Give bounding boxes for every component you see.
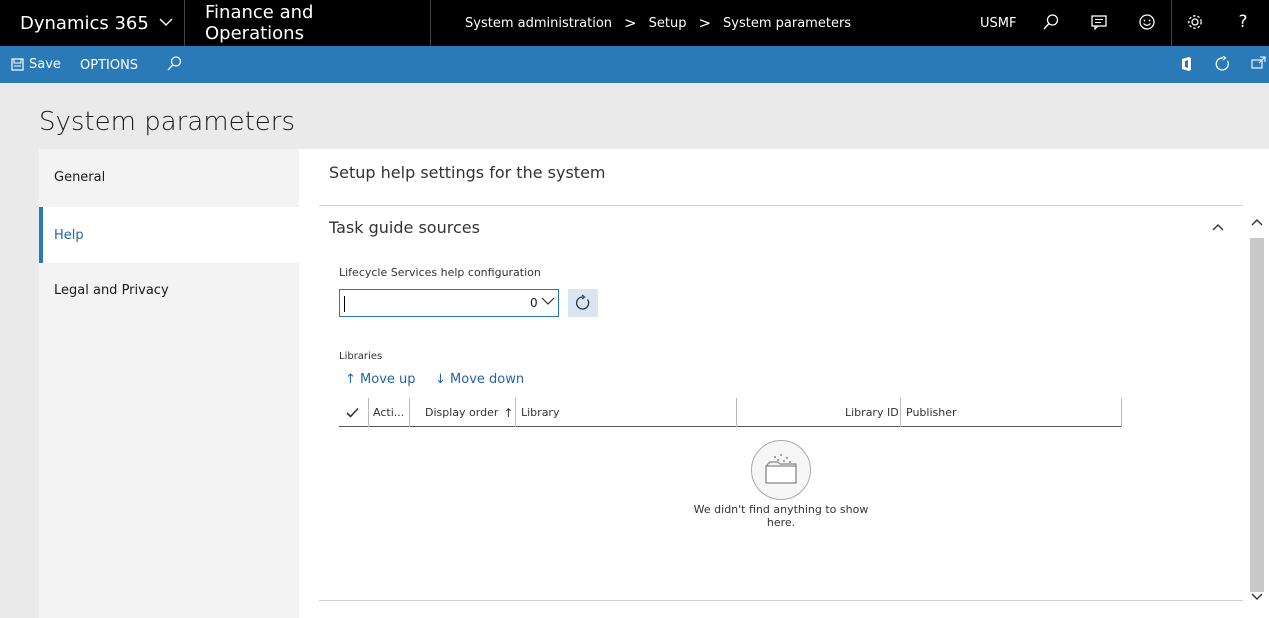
scrollbar-thumb[interactable]	[1250, 238, 1264, 592]
move-up-label: Move up	[360, 372, 416, 387]
column-header-publisher[interactable]: Publisher	[906, 398, 957, 427]
office-icon[interactable]	[1180, 56, 1193, 76]
options-tab[interactable]: OPTIONS	[80, 58, 138, 73]
breadcrumb-separator-icon: >	[698, 14, 712, 32]
refresh-button[interactable]	[568, 289, 598, 317]
column-header-label: Display order	[425, 406, 499, 419]
lcs-help-config-combobox[interactable]: 0	[339, 289, 559, 317]
save-icon	[11, 58, 24, 71]
chevron-up-icon[interactable]	[1211, 221, 1225, 236]
column-separator	[900, 398, 901, 427]
action-pane: Save OPTIONS	[0, 46, 1269, 83]
nav-item-label: Legal and Privacy	[54, 282, 169, 298]
breadcrumb-item-setup[interactable]: Setup	[649, 16, 687, 31]
vertical-scrollbar[interactable]	[1246, 206, 1269, 618]
top-nav-bar: Dynamics 365 Finance and Operations Syst…	[0, 0, 1269, 46]
save-label: Save	[29, 57, 61, 72]
chevron-down-icon[interactable]	[541, 294, 555, 312]
section-heading: Setup help settings for the system	[329, 163, 606, 182]
sort-ascending-icon: ↑	[503, 405, 514, 420]
chevron-down-icon	[159, 16, 173, 31]
search-icon[interactable]	[1041, 12, 1061, 32]
nav-item-help[interactable]: Help	[39, 207, 299, 263]
empty-folder-icon	[751, 440, 811, 500]
column-separator	[515, 398, 516, 427]
nav-item-legal-and-privacy[interactable]: Legal and Privacy	[39, 262, 299, 318]
refresh-icon[interactable]	[1215, 55, 1231, 76]
breadcrumb-item-system-parameters[interactable]: System parameters	[723, 16, 851, 31]
text-cursor	[344, 296, 345, 312]
topbar-divider	[1171, 0, 1172, 46]
app-switcher[interactable]: Dynamics 365	[0, 0, 185, 46]
column-separator	[736, 398, 737, 427]
refresh-icon	[574, 294, 592, 312]
settings-gear-icon[interactable]	[1185, 12, 1205, 32]
move-down-label: Move down	[450, 372, 525, 387]
arrow-down-icon: ↓	[435, 372, 446, 387]
lcs-help-config-value: 0	[530, 296, 538, 310]
messages-icon[interactable]	[1089, 12, 1109, 32]
company-picker[interactable]: USMF	[980, 16, 1016, 31]
lcs-help-config-label: Lifecycle Services help configuration	[339, 266, 541, 279]
save-button[interactable]: Save	[11, 57, 61, 72]
move-up-button[interactable]: ↑ Move up	[345, 372, 416, 387]
breadcrumb-item-system-administration[interactable]: System administration	[465, 16, 612, 31]
column-header-active[interactable]: Acti...	[373, 398, 404, 427]
page-title: System parameters	[39, 107, 296, 137]
nav-item-general[interactable]: General	[39, 149, 299, 205]
content-panel: Setup help settings for the system Task …	[299, 149, 1269, 618]
module-label: Finance and Operations	[205, 2, 314, 44]
divider	[319, 600, 1243, 601]
column-header-library-id[interactable]: Library ID	[845, 398, 899, 427]
column-separator	[368, 398, 369, 427]
empty-state-message: We didn't find anything to show here.	[693, 503, 869, 529]
nav-item-label: General	[54, 169, 106, 185]
select-all-checkmark-icon[interactable]	[346, 398, 359, 427]
divider	[319, 205, 1243, 206]
column-header-library[interactable]: Library	[521, 398, 559, 427]
scroll-up-arrow-icon[interactable]	[1250, 216, 1264, 230]
move-down-button[interactable]: ↓ Move down	[435, 372, 524, 387]
open-new-window-icon[interactable]	[1251, 56, 1267, 74]
search-icon[interactable]	[165, 55, 183, 77]
brand-label: Dynamics 365	[20, 12, 149, 34]
arrow-up-icon: ↑	[345, 372, 356, 387]
module-title[interactable]: Finance and Operations	[185, 0, 431, 46]
section-nav: General Help Legal and Privacy	[39, 149, 299, 618]
fasttab-task-guide-sources[interactable]: Task guide sources	[329, 218, 480, 237]
libraries-grid-header: Acti... Display order ↑ Library Library …	[339, 398, 1122, 427]
scroll-down-arrow-icon[interactable]	[1250, 591, 1264, 605]
column-separator	[409, 398, 410, 427]
column-header-display-order[interactable]: Display order ↑	[425, 398, 513, 427]
libraries-label: Libraries	[339, 351, 383, 362]
breadcrumb-separator-icon: >	[624, 14, 637, 32]
help-question-icon[interactable]: ?	[1233, 12, 1253, 32]
column-separator	[1121, 398, 1122, 427]
feedback-smiley-icon[interactable]	[1137, 12, 1157, 32]
nav-item-label: Help	[54, 227, 84, 243]
